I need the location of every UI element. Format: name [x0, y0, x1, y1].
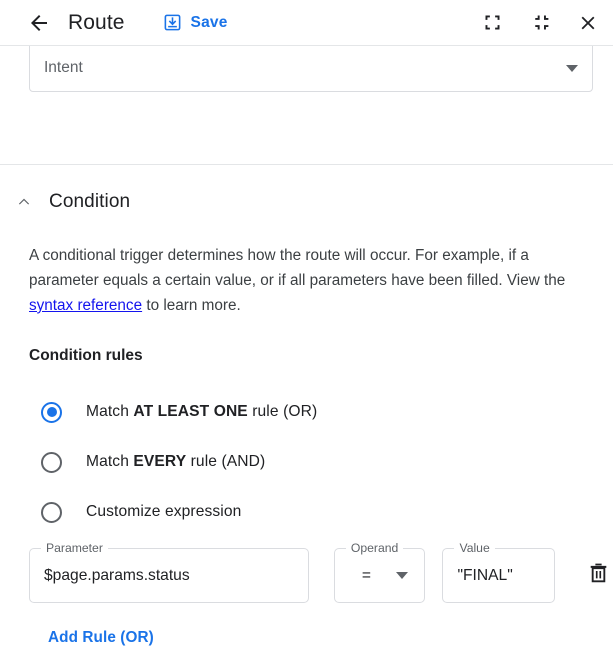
- condition-description: A conditional trigger determines how the…: [29, 243, 593, 318]
- save-button[interactable]: Save: [157, 9, 234, 36]
- radio-button[interactable]: [41, 401, 62, 423]
- page-title: Route: [68, 10, 125, 34]
- syntax-reference-link[interactable]: syntax reference: [29, 297, 142, 314]
- spacer: [0, 118, 613, 164]
- condition-description-pre: A conditional trigger determines how the…: [29, 247, 566, 289]
- radio-option-customize-expression[interactable]: Customize expression: [0, 487, 613, 537]
- back-arrow-icon[interactable]: [26, 10, 52, 36]
- radio-option-label: Customize expression: [86, 503, 242, 520]
- intent-section: Intent: [0, 46, 613, 118]
- value-field-label: Value: [454, 541, 495, 555]
- intent-select-label: Intent: [44, 59, 83, 76]
- value-field-value: "FINAL": [457, 566, 513, 584]
- trash-delete-icon: [586, 560, 611, 590]
- dialog-header: Route Save: [0, 0, 613, 46]
- chevron-up-icon: [16, 194, 32, 210]
- operand-field-label: Operand: [345, 541, 404, 555]
- operand-select[interactable]: Operand =: [333, 541, 426, 603]
- parameter-field-value: $page.params.status: [44, 566, 190, 584]
- save-button-label: Save: [190, 13, 228, 31]
- fullscreen-collapse-icon[interactable]: [529, 12, 551, 34]
- condition-rules-heading: Condition rules: [29, 347, 143, 364]
- operand-field-value: =: [361, 566, 371, 584]
- save-download-icon: [163, 13, 182, 32]
- value-field[interactable]: Value "FINAL": [442, 541, 555, 603]
- parameter-field-label: Parameter: [41, 541, 108, 555]
- condition-rule-row: Parameter $page.params.status Operand = …: [0, 537, 613, 603]
- radio-option-label: Match EVERY rule (AND): [86, 453, 266, 470]
- chevron-down-icon: [566, 64, 578, 72]
- condition-description-post: to learn more.: [142, 297, 241, 314]
- condition-title: Condition: [49, 191, 131, 212]
- radio-option-at-least-one[interactable]: Match AT LEAST ONE rule (OR): [0, 387, 613, 437]
- radio-button[interactable]: [41, 451, 62, 473]
- header-actions: [481, 12, 599, 34]
- intent-select[interactable]: Intent: [29, 46, 593, 92]
- radio-option-label: Match AT LEAST ONE rule (OR): [86, 403, 318, 420]
- chevron-down-icon: [396, 572, 409, 579]
- radio-button[interactable]: [41, 501, 62, 523]
- condition-rules-radio-group: Match AT LEAST ONE rule (OR) Match EVERY…: [0, 387, 613, 537]
- radio-option-every[interactable]: Match EVERY rule (AND): [0, 437, 613, 487]
- fullscreen-expand-icon[interactable]: [481, 12, 503, 34]
- close-x-icon[interactable]: [577, 12, 599, 34]
- parameter-field[interactable]: Parameter $page.params.status: [29, 541, 309, 603]
- condition-section-header[interactable]: Condition: [0, 165, 613, 213]
- add-rule-button[interactable]: Add Rule (OR): [48, 629, 154, 647]
- delete-rule-button[interactable]: [583, 560, 613, 590]
